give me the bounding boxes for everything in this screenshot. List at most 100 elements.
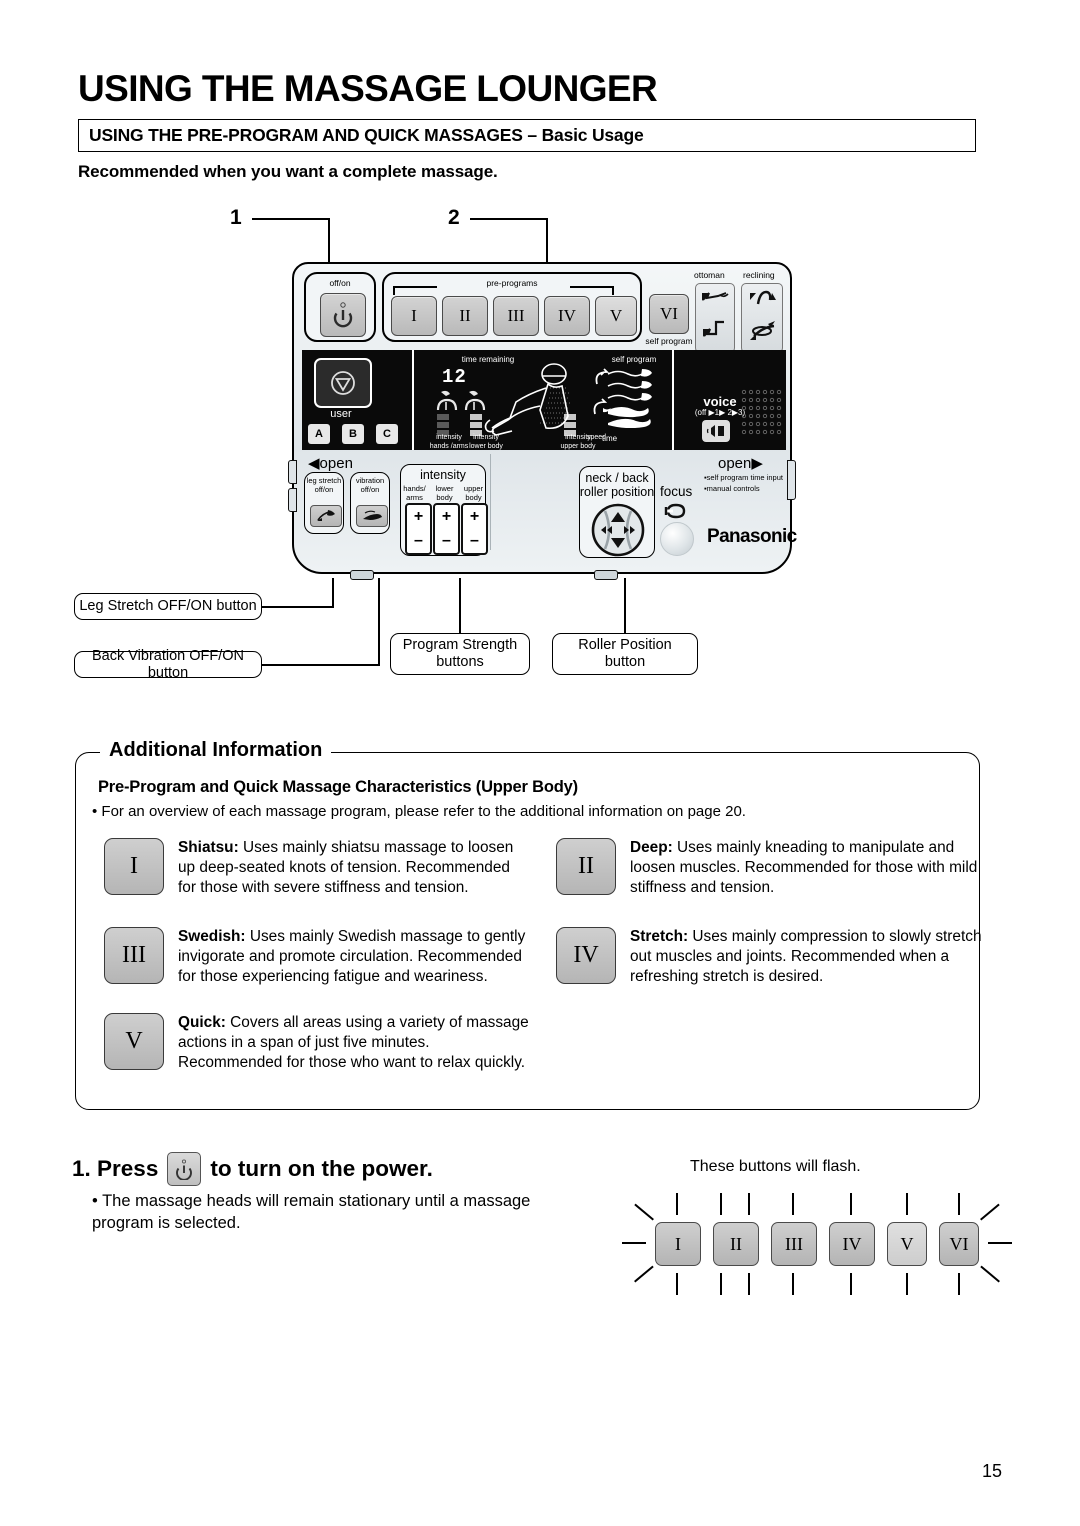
user-button-a[interactable]: A	[308, 424, 330, 444]
panel-center-divider	[490, 454, 492, 550]
stop-button[interactable]	[314, 358, 372, 408]
callout-leader-2-h	[470, 218, 548, 221]
bracket-right	[570, 286, 614, 288]
characteristic-name-iii: Swedish:	[178, 928, 246, 945]
characteristic-item-ii: II Deep: Uses mainly kneading to manipul…	[556, 838, 982, 898]
speaker-icon	[706, 425, 724, 437]
characteristic-name-ii: Deep:	[630, 839, 673, 856]
additional-information-title: Additional Information	[100, 739, 332, 762]
stop-icon	[331, 371, 355, 395]
reclining-icon	[750, 290, 776, 340]
roller-position-dpad[interactable]	[591, 503, 645, 557]
preprogram-button-2[interactable]: II	[442, 296, 488, 336]
intensity-minus-hands-arms[interactable]: –	[407, 529, 430, 553]
intensity-minus-lower-body[interactable]: –	[435, 529, 458, 553]
vibration-label: vibration off/on	[355, 476, 385, 495]
leg-stretch-button[interactable]	[310, 505, 342, 527]
ray-top-1	[676, 1193, 679, 1215]
user-button-b[interactable]: B	[342, 424, 364, 444]
additional-information-subtitle: Pre-Program and Quick Massage Characteri…	[98, 778, 578, 796]
time-remaining-value: 12	[442, 366, 467, 388]
flash-button-2-label: II	[730, 1233, 742, 1254]
characteristic-key-i: I	[104, 838, 164, 895]
roller-position-group: neck / back roller position	[579, 466, 655, 558]
intensity-plus-upper-body[interactable]: +	[463, 505, 486, 529]
self-program-button[interactable]: VI	[649, 294, 689, 334]
vibration-button[interactable]	[356, 505, 388, 527]
page-number: 15	[981, 1461, 1002, 1481]
preprogram-button-5[interactable]: V	[595, 296, 637, 336]
preprogram-button-2-label: II	[459, 306, 471, 325]
intensity-plus-hands-arms[interactable]: +	[407, 505, 430, 529]
reclining-rocker-button[interactable]	[741, 283, 783, 353]
leg-stretch-label: leg stretch off/on	[306, 476, 342, 495]
preprogram-button-3-label: III	[507, 306, 525, 325]
user-button-c[interactable]: C	[376, 424, 398, 444]
step-1-power-button[interactable]	[167, 1152, 202, 1186]
ray-bottom-5	[906, 1273, 909, 1295]
roller-position-label: neck / back roller position	[579, 471, 655, 500]
open-right-note-1: ▪self program time input	[704, 473, 783, 482]
preprogram-button-4-label: IV	[558, 306, 576, 325]
ray-bottom-1	[676, 1273, 679, 1295]
voice-button[interactable]	[702, 420, 730, 442]
preprogram-button-3[interactable]: III	[493, 296, 539, 336]
lcd-self-program-label: self program	[611, 355, 657, 364]
flash-button-2[interactable]: II	[713, 1193, 759, 1295]
control-panel-diagram: 1 2 off/on pre-programs I II III IV V VI…	[0, 196, 1080, 686]
flash-button-4-label: IV	[842, 1233, 862, 1254]
brand-logo: Panasonic	[707, 526, 797, 547]
focus-button[interactable]	[660, 522, 694, 556]
characteristic-item-iii: III Swedish: Uses mainly Swedish massage…	[104, 927, 530, 987]
open-right-note-2: ▪manual controls	[704, 484, 760, 494]
bracket-right-tick	[612, 286, 614, 295]
leader-back-vibration-h	[262, 664, 380, 667]
left-tab-upper	[288, 460, 297, 484]
ray-bottom-2b	[748, 1273, 751, 1295]
intensity-stepper-hands-arms[interactable]: + –	[405, 503, 432, 555]
lead-in-text: Recommended when you want a complete mas…	[78, 162, 498, 181]
callout-number-1: 1	[230, 206, 242, 229]
intensity-col-label-2: lower body	[435, 484, 454, 502]
intensity-stepper-lower-body[interactable]: + –	[433, 503, 460, 555]
right-tab	[787, 460, 796, 500]
intensity-minus-upper-body[interactable]: –	[463, 529, 486, 553]
flash-button-5[interactable]: V	[887, 1193, 927, 1295]
intensity-plus-lower-body[interactable]: +	[435, 505, 458, 529]
power-group-label: off/on	[329, 278, 351, 288]
flash-button-3[interactable]: III	[771, 1193, 817, 1295]
lcd-time-label: time	[602, 434, 618, 443]
characteristic-item-i: I Shiatsu: Uses mainly shiatsu massage t…	[104, 838, 530, 898]
power-icon	[333, 302, 353, 328]
self-program-caption: self program	[645, 336, 693, 346]
ray-downright-6	[980, 1265, 1000, 1283]
ottoman-rocker-button[interactable]	[695, 283, 735, 353]
preprogram-button-1[interactable]: I	[391, 296, 437, 336]
preprograms-group: pre-programs I II III IV V	[382, 272, 642, 342]
preprogram-button-4[interactable]: IV	[544, 296, 590, 336]
step-1-press-word: Press	[97, 1156, 159, 1181]
ray-top-2a	[720, 1193, 723, 1215]
remote-control-body: off/on pre-programs I II III IV V VI sel…	[288, 262, 797, 580]
flash-button-6[interactable]: VI	[939, 1193, 1012, 1295]
intensity-col-label-3: upper body	[463, 484, 484, 502]
power-button[interactable]	[320, 293, 366, 337]
intensity-col-label-1: hands/ arms	[403, 484, 426, 502]
characteristic-item-v: V Quick: Covers all areas using a variet…	[104, 1013, 530, 1073]
characteristic-text-iii: Swedish: Uses mainly Swedish massage to …	[178, 927, 530, 987]
characteristic-key-ii: II	[556, 838, 616, 895]
flash-button-4[interactable]: IV	[829, 1193, 875, 1295]
intensity-bars-lower	[470, 414, 482, 436]
ray-upright-6	[980, 1203, 1000, 1221]
caption-leg-stretch-text: Leg Stretch OFF/ON button	[79, 598, 257, 615]
flash-button-1[interactable]: I	[622, 1193, 701, 1295]
ray-top-5	[906, 1193, 909, 1215]
caption-back-vibration: Back Vibration OFF/ON button	[74, 648, 262, 681]
ray-downleft-1	[634, 1265, 654, 1283]
ray-upleft-1	[634, 1203, 654, 1221]
characteristic-text-iv: Stretch: Uses mainly compression to slow…	[630, 927, 982, 987]
self-program-button-label: VI	[660, 304, 678, 323]
caption-program-strength: Program Strength buttons	[390, 633, 530, 675]
intensity-stepper-upper-body[interactable]: + –	[461, 503, 488, 555]
ottoman-label: ottoman	[694, 270, 725, 280]
